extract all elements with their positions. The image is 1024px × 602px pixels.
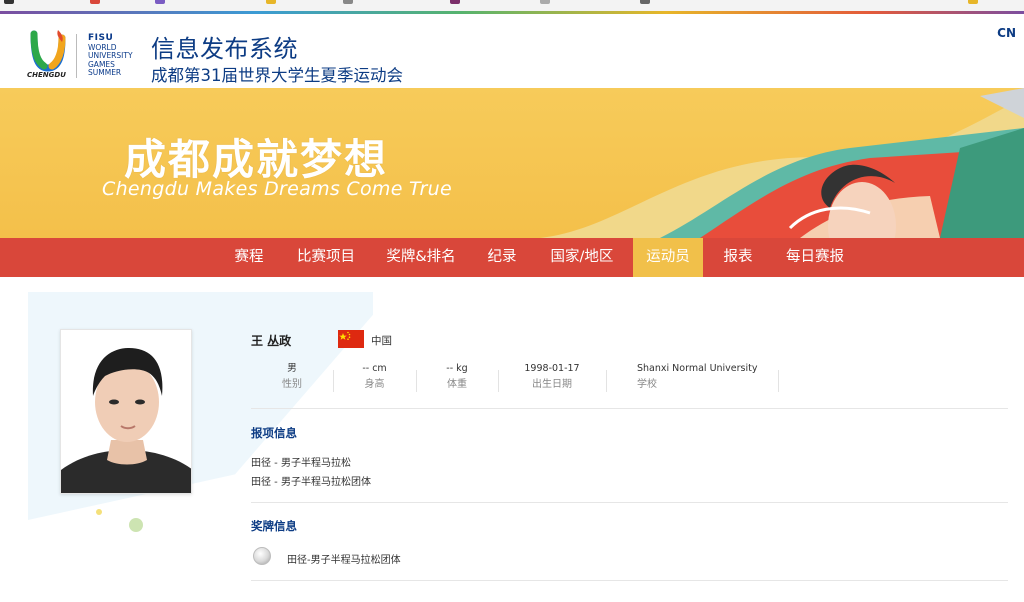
site-subtitle: 成都第31届世界大学生夏季运动会: [151, 66, 403, 85]
universiade-logo-icon[interactable]: [28, 28, 68, 74]
stat-gender: 男 性别: [251, 362, 333, 398]
nav-item-sports[interactable]: 比赛项目: [290, 238, 362, 277]
nav-item-reports[interactable]: 报表: [714, 238, 762, 277]
fisu-title: FISU: [88, 33, 114, 43]
stat-label: 体重: [447, 379, 467, 390]
stat-label: 身高: [364, 379, 385, 390]
bookmark-item[interactable]: [343, 0, 356, 6]
athlete-portrait-icon: [61, 330, 191, 493]
hero-banner: 成都成就梦想 Chengdu Makes Dreams Come True: [0, 88, 1024, 238]
china-flag-icon: [338, 330, 364, 348]
stat-divider: [606, 370, 607, 392]
medals-section-title: 奖牌信息: [251, 519, 297, 533]
divider: [251, 580, 1008, 581]
stat-school: Shanxi Normal University 学校: [637, 362, 777, 398]
site-header: CHENGDU FISU WORLD UNIVERSITY GAMES SUMM…: [0, 14, 1024, 88]
site-title[interactable]: 信息发布系统: [151, 29, 298, 64]
divider: [251, 502, 1008, 503]
bookmark-item[interactable]: [968, 0, 981, 6]
stat-value: 1998-01-17: [524, 363, 580, 374]
stat-label: 性别: [282, 379, 302, 390]
stat-label: 出生日期: [532, 379, 572, 390]
stat-height: -- cm 身高: [333, 362, 416, 398]
logo-city-text: CHENGDU: [27, 71, 66, 79]
decorative-dot: [129, 518, 143, 532]
silver-medal-icon: [253, 547, 271, 565]
stat-value: 男: [287, 363, 297, 374]
nav-item-medals-ranking[interactable]: 奖牌&排名: [380, 238, 462, 277]
bookmark-item[interactable]: [450, 0, 463, 6]
entry-item[interactable]: 田径 - 男子半程马拉松: [251, 454, 351, 469]
bookmark-item[interactable]: [266, 0, 279, 6]
language-switch[interactable]: CN: [997, 26, 1016, 40]
logo-divider: [76, 34, 77, 78]
stat-label: 学校: [637, 379, 657, 390]
banner-slogan-en: Chengdu Makes Dreams Come True: [102, 178, 452, 200]
fisu-logo: FISU WORLD UNIVERSITY GAMES SUMMER: [88, 34, 133, 78]
nav-item-daily-report[interactable]: 每日赛报: [778, 238, 852, 277]
bookmark-item[interactable]: [640, 0, 653, 6]
nav-item-records[interactable]: 纪录: [478, 238, 526, 277]
stat-value: -- kg: [446, 363, 468, 374]
athlete-name: 王 丛政: [251, 334, 292, 348]
stat-divider: [778, 370, 779, 392]
bookmark-item[interactable]: [155, 0, 168, 6]
nav-item-athletes[interactable]: 运动员: [633, 238, 703, 277]
fisu-line: SUMMER: [88, 68, 122, 77]
bookmark-item[interactable]: [540, 0, 553, 6]
bookmark-item[interactable]: [90, 0, 103, 6]
decorative-dot: [96, 509, 102, 515]
stat-value: -- cm: [362, 363, 387, 374]
athlete-illustration-icon: [540, 88, 1024, 238]
entries-section-title: 报项信息: [251, 426, 297, 440]
athlete-country: 中国: [371, 335, 392, 347]
nav-item-countries[interactable]: 国家/地区: [543, 238, 621, 277]
stat-birthdate: 1998-01-17 出生日期: [498, 362, 606, 398]
nav-item-schedule[interactable]: 赛程: [225, 238, 273, 277]
athlete-photo: [60, 329, 192, 494]
stat-weight: -- kg 体重: [416, 362, 498, 398]
medal-event[interactable]: 田径-男子半程马拉松团体: [287, 551, 401, 566]
entry-item[interactable]: 田径 - 男子半程马拉松团体: [251, 473, 371, 488]
main-nav: 赛程 比赛项目 奖牌&排名 纪录 国家/地区 运动员 报表 每日赛报: [0, 238, 1024, 277]
stat-value: Shanxi Normal University: [637, 363, 758, 374]
divider: [251, 408, 1008, 409]
bookmark-item[interactable]: [4, 0, 17, 6]
